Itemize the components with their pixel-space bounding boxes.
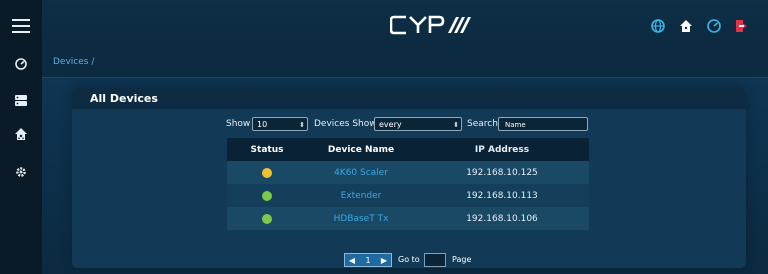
dashboard-gauge-icon[interactable]	[0, 52, 42, 76]
goto-label: Go to	[398, 255, 420, 264]
sidebar	[0, 0, 43, 274]
search-placeholder: Name	[505, 121, 526, 129]
top-navigation-bar	[42, 0, 768, 52]
ip-address: 192.168.10.125	[466, 167, 538, 178]
breadcrumb-bar: Devices /	[42, 52, 768, 78]
cyp-logo	[389, 13, 474, 37]
status-online-indicator	[262, 190, 272, 201]
logout-icon[interactable]	[734, 18, 750, 34]
device-name-link[interactable]: 4K60 Scaler	[334, 168, 388, 178]
goto-page-input[interactable]	[424, 253, 446, 267]
show-count-select[interactable]: 10 ⬍	[252, 117, 308, 131]
next-page-icon[interactable]: ▶	[377, 256, 391, 265]
devices-show-select[interactable]: every ⬍	[374, 117, 462, 131]
header-device-name[interactable]: Device Name	[307, 145, 415, 155]
status-online-indicator	[262, 213, 272, 224]
table-row[interactable]: Extender 192.168.10.113	[227, 184, 589, 207]
device-name-link[interactable]: Extender	[341, 191, 382, 201]
device-name-link[interactable]: HDBaseT Tx	[334, 214, 389, 224]
ip-address: 192.168.10.113	[466, 190, 538, 201]
devices-show-value: every	[379, 120, 402, 129]
header-ip-address[interactable]: IP Address	[415, 145, 589, 155]
server-list-icon[interactable]	[0, 88, 42, 112]
gauge-icon[interactable]	[706, 18, 722, 34]
network-home-icon[interactable]	[0, 122, 42, 146]
status-warning-indicator	[262, 167, 272, 178]
panel-header: All Devices	[72, 88, 746, 109]
devices-table: Status Device Name IP Address 4K60 Scale…	[227, 138, 589, 230]
search-label: Search	[467, 119, 498, 129]
table-row[interactable]: HDBaseT Tx 192.168.10.106	[227, 207, 589, 230]
spinner-arrows-icon: ⬍	[453, 121, 459, 129]
home-icon[interactable]	[678, 18, 694, 34]
spinner-arrows-icon: ⬍	[299, 121, 305, 129]
search-input[interactable]: Name	[498, 117, 588, 131]
prev-page-icon[interactable]: ◀	[345, 256, 359, 265]
devices-show-label: Devices Show	[314, 119, 377, 129]
header-status[interactable]: Status	[227, 145, 307, 155]
current-page: 1	[365, 255, 371, 265]
page-label: Page	[452, 255, 472, 264]
all-devices-panel: All Devices Show 10 ⬍ Devices Show every…	[72, 88, 746, 268]
gear-icon[interactable]	[0, 160, 42, 184]
main-content: All Devices Show 10 ⬍ Devices Show every…	[42, 78, 768, 274]
show-count-value: 10	[257, 120, 268, 129]
globe-icon[interactable]	[650, 18, 666, 34]
breadcrumb[interactable]: Devices /	[53, 57, 94, 67]
page-title: All Devices	[90, 92, 158, 105]
show-label: Show	[226, 119, 251, 129]
table-row[interactable]: 4K60 Scaler 192.168.10.125	[227, 161, 589, 184]
page-nav-group: ◀ 1 ▶	[344, 253, 392, 267]
hamburger-menu-icon[interactable]	[0, 14, 42, 38]
ip-address: 192.168.10.106	[466, 213, 538, 224]
table-header-row: Status Device Name IP Address	[227, 138, 589, 161]
